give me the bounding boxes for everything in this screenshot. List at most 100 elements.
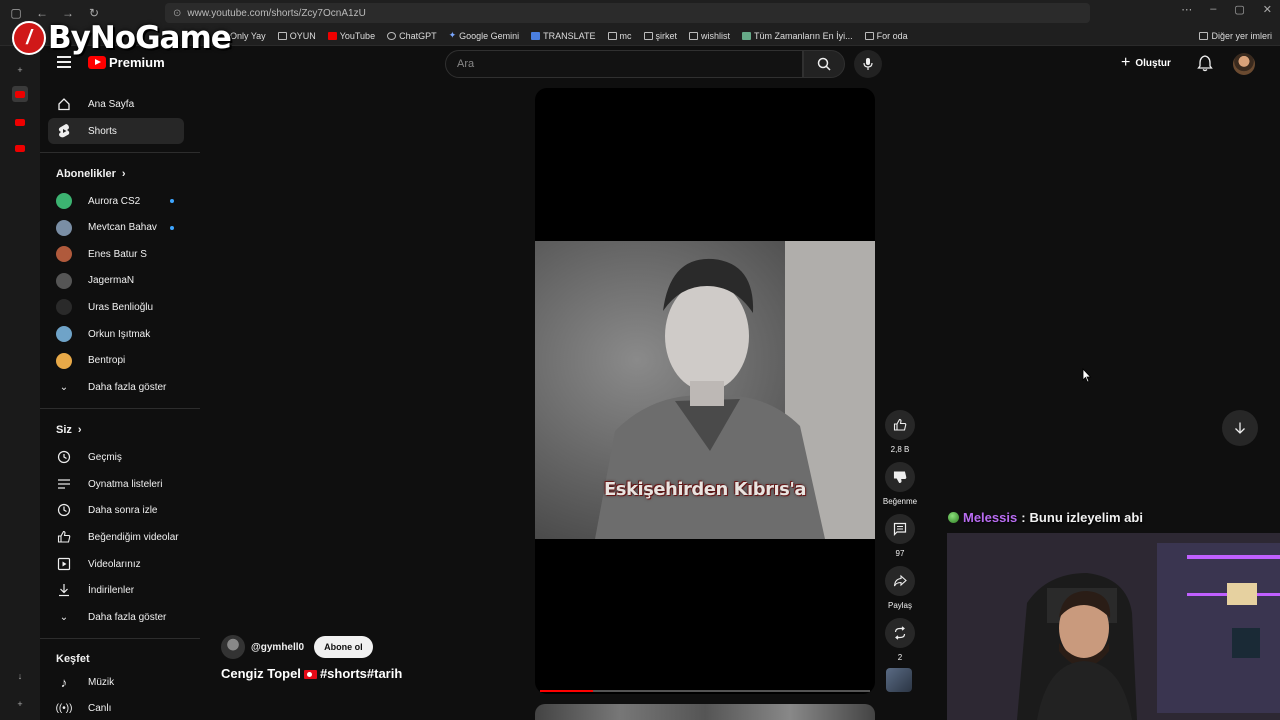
sidebar-divider [40,408,200,409]
add-icon[interactable]: + [12,696,28,712]
bookmark-wishlist[interactable]: wishlist [689,31,730,41]
history-icon [56,449,72,465]
clock-icon [56,502,72,518]
sidebar-item-live[interactable]: ((•)) Canlı [48,695,184,720]
sidebar-item-shorts[interactable]: Shorts [48,118,184,144]
youtube-premium-logo[interactable]: Premium [88,55,165,70]
bookmark-for-oda[interactable]: For oda [864,31,908,41]
home-icon [56,96,72,112]
video-icon [56,556,72,572]
youtube-icon [15,144,25,152]
window-controls: ⋯ – ▢ ✕ [1181,3,1272,16]
share-button[interactable]: Paylaş [882,566,918,610]
search-button[interactable] [803,50,845,78]
comments-button[interactable]: 97 [882,514,918,558]
voice-search-button[interactable] [854,50,882,78]
rail-tab-youtube-active[interactable] [12,86,28,102]
share-label: Paylaş [887,601,912,610]
maximize-icon[interactable]: ▢ [1234,3,1244,16]
subscription-item-mevtcan-bahav[interactable]: Mevtcan Bahav [48,215,184,241]
like-count: 2,8 B [890,445,910,454]
subscriptions-show-more[interactable]: ⌄ Daha fazla göster [48,374,184,400]
site-info-icon[interactable]: ⊙ [173,8,181,19]
download-icon[interactable]: ↓ [12,668,28,684]
bookmark-tum-zamanlarin[interactable]: Tüm Zamanların En İyi... [742,31,853,41]
remix-button[interactable]: 2 [882,618,918,662]
chevron-down-icon: ⌄ [59,381,69,393]
remix-count: 2 [897,653,903,662]
subscriptions-header[interactable]: Abonelikler › [56,168,126,180]
chevron-down-icon: ⌄ [59,611,69,623]
video-caption-text: Eskişehirden Kıbrıs'a [603,479,807,500]
subscribe-button[interactable]: Abone ol [314,636,373,658]
bookmark-mc[interactable]: mc [607,31,632,41]
subscription-item-aurora-cs2[interactable]: Aurora CS2 [48,188,184,214]
bookmark-translate[interactable]: TRANSLATE [531,31,596,41]
sidebar-item-home[interactable]: Ana Sayfa [48,91,184,117]
folder-icon [689,31,699,40]
channel-avatar [56,246,72,263]
account-avatar[interactable] [1233,53,1255,75]
bookmark-sirket[interactable]: şirket [643,31,677,41]
sidebar-item-watch-later[interactable]: Daha sonra izle [48,497,184,523]
sidebar-item-downloads[interactable]: İndirilenler [48,577,184,603]
sidebar-item-music[interactable]: ♪ Müzik [48,669,184,695]
share-icon [893,574,907,587]
subscription-item-uras-benlioglu[interactable]: Uras Benlioğlu [48,294,184,320]
add-icon[interactable]: + [12,62,28,78]
rail-tab-youtube[interactable] [12,114,28,130]
chat-badge-icon [948,512,959,523]
url-text: www.youtube.com/shorts/Zcy7OcnA1zU [187,7,366,19]
youtube-icon [15,90,25,98]
folder-icon [643,31,653,40]
address-bar[interactable]: ⊙ www.youtube.com/shorts/Zcy7OcnA1zU [165,3,1090,23]
channel-avatar [56,219,72,236]
site-icon [742,31,752,40]
like-button[interactable]: 2,8 B [882,410,918,454]
webcam-feed-image [947,533,1280,720]
video-progress-bar[interactable] [540,690,870,692]
notifications-bell-icon[interactable] [1197,54,1213,77]
thumbs-up-icon [56,529,72,545]
channel-name[interactable]: @gymhell0 [251,642,304,653]
channel-avatar [56,272,72,289]
bookmark-youtube[interactable]: YouTube [327,31,375,41]
folder-icon [1199,31,1209,40]
short-channel-row: @gymhell0 Abone ol [221,635,373,659]
stream-chat-message: Melessis : Bunu izleyelim abi [948,510,1143,525]
sound-thumbnail[interactable] [886,668,912,692]
close-icon[interactable]: ✕ [1263,3,1272,16]
next-short-preview[interactable] [535,704,875,720]
minimize-icon[interactable]: – [1210,3,1216,16]
bookmark-oyun[interactable]: OYUN [277,31,316,41]
search-input[interactable]: Ara [445,50,803,78]
subscription-item-enes-batur-s[interactable]: Enes Batur S [48,241,184,267]
folder-icon [277,31,287,40]
sidebar-item-history[interactable]: Geçmiş [48,444,184,470]
rail-tab-youtube-2[interactable] [12,140,28,156]
sidebar-item-playlists[interactable]: Oynatma listeleri [48,471,184,497]
stream-logo-overlay: / ByNoGame [12,20,232,56]
subscription-item-jagerman[interactable]: JagermaN [48,268,184,294]
other-bookmarks[interactable]: Diğer yer imleri [1199,31,1272,41]
create-button[interactable]: + Oluştur [1121,55,1171,71]
channel-avatar [56,299,72,316]
hamburger-menu-icon[interactable] [57,56,71,68]
menu-icon[interactable]: ⋯ [1181,3,1192,16]
youtube-icon [327,31,337,40]
bookmark-gemini[interactable]: ✦ Google Gemini [449,30,520,41]
subscription-item-orkun-isitmak[interactable]: Orkun Işıtmak [48,321,184,347]
video-frame[interactable]: Eskişehirden Kıbrıs'a [535,241,875,539]
microphone-icon [863,58,873,70]
shorts-player[interactable]: Eskişehirden Kıbrıs'a [535,88,875,694]
sidebar-item-liked-videos[interactable]: Beğendiğim videolar [48,524,184,550]
bookmark-chatgpt[interactable]: ChatGPT [387,31,437,41]
channel-avatar[interactable] [221,635,245,659]
sidebar-item-your-videos[interactable]: Videolarınız [48,551,184,577]
next-short-button[interactable] [1222,410,1258,446]
you-header[interactable]: Siz › [56,424,82,436]
subscription-item-bentropi[interactable]: Bentropi [48,348,184,374]
you-show-more[interactable]: ⌄ Daha fazla göster [48,604,184,630]
dislike-button[interactable]: Beğenme [882,462,918,506]
short-title[interactable]: Cengiz Topel #shorts#tarih [221,666,402,681]
